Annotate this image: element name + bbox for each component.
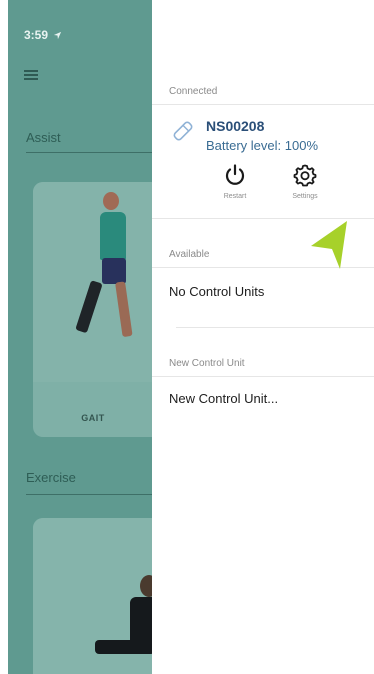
new-control-unit-heading: New Control Unit [169,358,245,369]
settings-label: Settings [292,193,318,200]
section-divider [26,494,156,495]
device-name[interactable]: NS00208 [206,118,264,134]
section-title-exercise: Exercise [26,470,76,485]
no-control-units-item: No Control Units [169,284,265,299]
seated-figure-legs [95,640,155,654]
phone-screen: 3:59 Assist GAIT Exercise Connected NS00… [0,0,374,674]
settings-gear-icon [293,164,317,187]
new-control-unit-item[interactable]: New Control Unit... [169,391,278,406]
divider [152,104,374,105]
battery-level: Battery level: 100% [206,138,319,153]
pen-device-icon [173,121,193,141]
walker-figure-torso [100,212,126,260]
hamburger-menu-icon[interactable] [24,70,38,80]
divider [176,327,374,328]
location-arrow-icon [54,31,62,40]
status-bar-time: 3:59 [24,28,62,42]
walker-figure-head [103,192,119,210]
divider [152,376,374,377]
pointer-arrow-icon [311,221,347,269]
restart-button[interactable]: Restart [210,163,260,200]
section-title-assist: Assist [26,130,61,145]
screen-edge [0,0,8,674]
section-divider [26,152,156,153]
control-unit-drawer: Connected NS00208 Battery level: 100% Re… [152,0,374,674]
settings-button[interactable]: Settings [280,163,330,200]
restart-icon [225,164,245,185]
walker-figure-shorts [102,258,126,284]
available-heading: Available [169,249,210,260]
status-time-text: 3:59 [24,28,49,42]
connected-heading: Connected [169,86,218,97]
gait-card-label: GAIT [81,413,105,423]
restart-label: Restart [223,193,247,200]
